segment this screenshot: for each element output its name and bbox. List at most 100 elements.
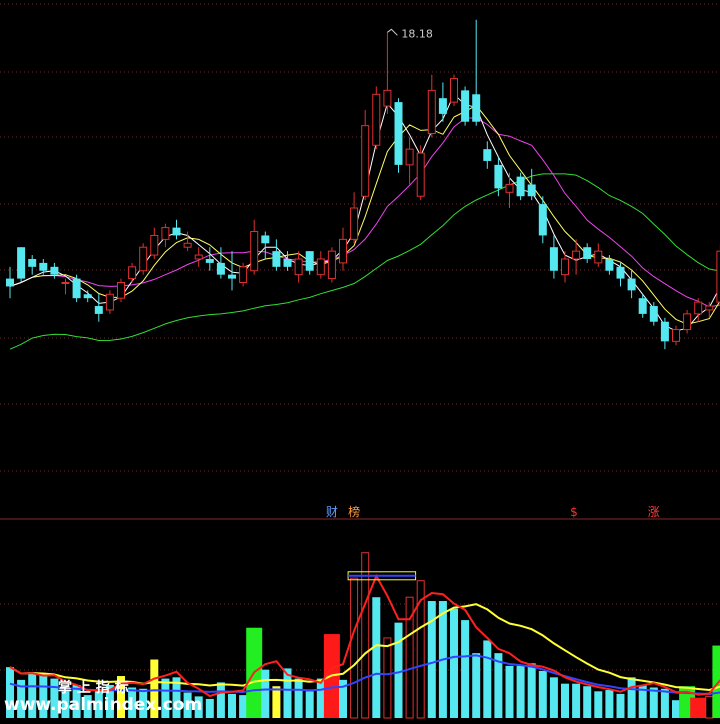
volume-bar — [228, 693, 236, 718]
candle-body — [394, 102, 403, 165]
high-price-label: 18.18 — [401, 27, 433, 40]
volume-bar — [672, 700, 680, 718]
candle — [394, 98, 403, 173]
candle-body — [316, 258, 325, 276]
volume-bar — [372, 597, 381, 718]
watermark-url: www.palmindex.com — [4, 695, 202, 715]
candle-body — [72, 278, 81, 299]
candle-body — [672, 329, 680, 342]
volume-bar — [516, 665, 525, 718]
candle-body — [683, 313, 692, 331]
candle-body — [6, 278, 14, 287]
candle-body — [605, 258, 614, 271]
candle-body — [461, 90, 470, 122]
candle-body — [205, 258, 214, 263]
chart-background — [0, 0, 720, 720]
volume-bar — [594, 691, 603, 718]
candle — [117, 278, 125, 303]
candle — [450, 74, 458, 107]
volume-bar — [627, 677, 636, 718]
candle-body — [128, 266, 137, 280]
candle-body — [150, 234, 159, 256]
candle-body — [483, 149, 492, 161]
candle-body — [39, 262, 48, 271]
candle-body — [172, 227, 181, 236]
candle-body — [17, 247, 26, 279]
candle-body — [139, 246, 148, 272]
candle-body — [105, 293, 114, 311]
candle-body — [538, 204, 547, 236]
candle — [683, 309, 692, 334]
candle-body — [616, 266, 625, 279]
candle-body — [505, 183, 514, 193]
volume-bar — [572, 683, 581, 718]
event-marker: 涨 — [648, 504, 660, 519]
candle-body — [583, 247, 592, 259]
candle-body — [705, 305, 714, 311]
volume-bar — [261, 669, 270, 718]
candle-body — [561, 258, 569, 276]
candle-body — [405, 148, 414, 166]
candle-body — [94, 306, 103, 314]
candle-body — [572, 250, 581, 260]
candle-body — [516, 176, 525, 197]
candle — [516, 172, 525, 201]
volume-bar — [205, 698, 214, 718]
volume-bar — [361, 552, 370, 719]
candle-body — [594, 250, 603, 264]
volume-bar — [316, 678, 325, 718]
candle-body — [117, 282, 125, 299]
candle-body — [372, 93, 381, 146]
stock-chart: 18.18 财榜 $ 涨 掌 上 指 标 www.palmindex.com — [0, 0, 720, 720]
candle — [461, 86, 470, 126]
volume-bar — [294, 678, 303, 718]
volume-bar — [549, 677, 558, 718]
volume-bar — [660, 688, 669, 718]
candle-body — [272, 251, 281, 267]
candle-body — [638, 298, 647, 314]
volume-bar — [505, 665, 514, 718]
candle-body — [350, 207, 359, 240]
candle-body — [339, 238, 347, 264]
candle-body — [694, 301, 703, 315]
candle-body — [327, 250, 336, 280]
volume-bar — [239, 695, 248, 718]
candle-body — [549, 247, 558, 271]
candle-body — [427, 89, 436, 134]
candle — [327, 247, 336, 283]
candle-body — [50, 266, 59, 275]
volume-bar — [305, 691, 314, 718]
candle-body — [161, 227, 170, 240]
volume-bar — [561, 683, 569, 718]
candle-body — [294, 258, 303, 276]
candle-body — [216, 262, 225, 275]
candle — [72, 274, 81, 303]
candle-body — [627, 278, 636, 291]
volume-bar — [350, 577, 359, 719]
volume-bar — [583, 686, 592, 718]
candle-body — [239, 266, 248, 284]
volume-bar — [527, 663, 536, 718]
volume-bar — [605, 690, 614, 718]
candle-body — [383, 89, 392, 107]
volume-bar — [216, 682, 225, 718]
candle-body — [472, 94, 481, 122]
candle-body — [450, 78, 458, 103]
volume-bar — [649, 687, 658, 718]
volume-bar — [461, 620, 470, 718]
volume-bar — [472, 653, 481, 718]
volume-bar — [616, 693, 625, 718]
candle-body — [28, 258, 37, 267]
candle — [17, 247, 26, 283]
volume-bar — [483, 640, 492, 718]
volume-bar — [705, 695, 714, 719]
candle-body — [194, 254, 203, 260]
candle-body — [250, 231, 259, 272]
candle-body — [61, 282, 70, 285]
candle — [239, 262, 248, 287]
event-marker: $ — [570, 505, 578, 519]
volume-bar — [450, 608, 458, 718]
candle-body — [83, 294, 92, 299]
candle-body — [228, 274, 236, 279]
candle — [416, 145, 425, 201]
